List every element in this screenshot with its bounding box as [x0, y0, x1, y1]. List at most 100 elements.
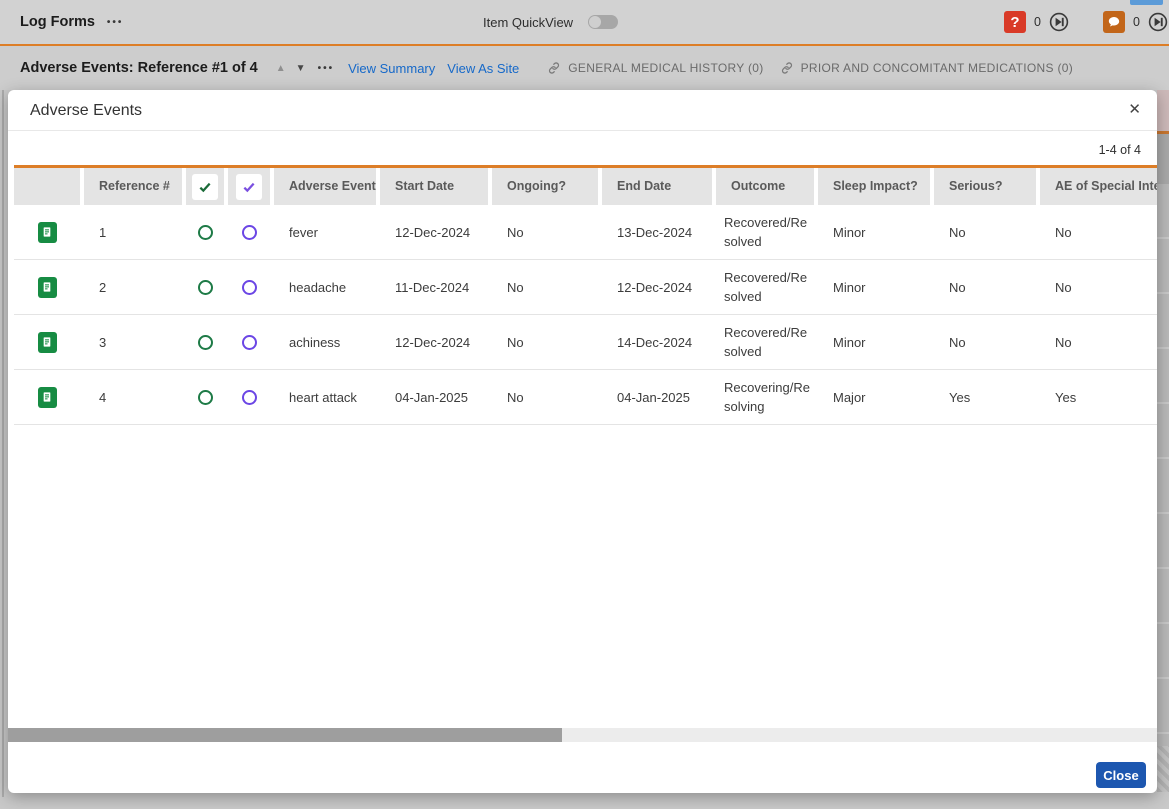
cell-ongoing: No	[492, 370, 598, 424]
next-comment-icon[interactable]	[1148, 12, 1168, 32]
table-row: 1 fever 12-Dec-2024 No 13-Dec-2024 Recov…	[14, 205, 1157, 260]
cell-end-date: 04-Jan-2025	[602, 370, 712, 424]
column-header-purple-check[interactable]	[228, 168, 270, 205]
green-status-radio[interactable]	[198, 225, 213, 240]
table-row: 2 headache 11-Dec-2024 No 12-Dec-2024 Re…	[14, 260, 1157, 315]
query-count: 0	[1034, 15, 1041, 29]
cell-end-date: 14-Dec-2024	[602, 315, 712, 369]
background-rows	[1157, 184, 1169, 746]
column-header-row-icon	[14, 168, 80, 205]
background-page-right-strip	[1157, 90, 1169, 809]
next-query-icon[interactable]	[1049, 12, 1069, 32]
cell-adverse-event: fever	[274, 205, 376, 259]
cell-start-date: 12-Dec-2024	[380, 315, 488, 369]
overflow-menu-icon[interactable]: •••	[107, 17, 124, 28]
green-status-radio[interactable]	[198, 390, 213, 405]
cell-serious: Yes	[934, 370, 1036, 424]
table-row: 4 heart attack 04-Jan-2025 No 04-Jan-202…	[14, 370, 1157, 425]
record-range-label: 1-4 of 4	[1099, 143, 1141, 157]
cell-sleep-impact: Minor	[818, 260, 930, 314]
link-icon	[780, 61, 794, 75]
cell-aesi: No	[1040, 315, 1157, 369]
topbar-status-icons: ? 0 0	[1004, 0, 1168, 44]
cell-aesi: No	[1040, 205, 1157, 259]
background-hatch-pattern	[1157, 746, 1169, 792]
cell-adverse-event: heart attack	[274, 370, 376, 424]
link-icon	[547, 61, 561, 75]
open-form-icon[interactable]	[38, 222, 57, 243]
adverse-events-table: Reference # Adverse Event Start Date Ong…	[14, 165, 1157, 425]
view-as-site-link[interactable]: View As Site	[447, 61, 519, 76]
cell-outcome: Recovered/Resolved	[716, 205, 814, 259]
green-check-icon	[192, 174, 218, 200]
cell-reference: 3	[84, 315, 182, 369]
open-form-icon[interactable]	[38, 387, 57, 408]
purple-status-radio[interactable]	[242, 390, 257, 405]
open-form-icon[interactable]	[38, 332, 57, 353]
green-status-radio[interactable]	[198, 335, 213, 350]
cell-reference: 4	[84, 370, 182, 424]
cell-sleep-impact: Major	[818, 370, 930, 424]
view-summary-link[interactable]: View Summary	[348, 61, 435, 76]
cell-adverse-event: achiness	[274, 315, 376, 369]
cell-outcome: Recovering/Resolving	[716, 370, 814, 424]
column-header-sleep-impact[interactable]: Sleep Impact?	[818, 168, 930, 205]
cell-reference: 1	[84, 205, 182, 259]
cell-sleep-impact: Minor	[818, 205, 930, 259]
chat-bubble-icon	[1106, 14, 1122, 30]
adverse-events-modal: Adverse Events ✕ 1-4 of 4 Reference # Ad…	[8, 90, 1157, 793]
cell-outcome: Recovered/Resolved	[716, 315, 814, 369]
top-bar: Log Forms ••• Item QuickView ? 0 0	[0, 0, 1169, 44]
background-page-edge	[2, 8, 4, 797]
close-button[interactable]: Close	[1096, 762, 1146, 788]
column-header-start-date[interactable]: Start Date	[380, 168, 488, 205]
linked-form-prior-concomitant-medications[interactable]: PRIOR AND CONCOMITANT MEDICATIONS (0)	[801, 61, 1073, 75]
cell-ongoing: No	[492, 315, 598, 369]
cell-serious: No	[934, 260, 1036, 314]
form-overflow-menu-icon[interactable]: •••	[318, 63, 335, 74]
next-item-arrow-icon[interactable]: ▼	[296, 63, 306, 74]
queries-icon[interactable]: ?	[1004, 11, 1026, 33]
cell-aesi: Yes	[1040, 370, 1157, 424]
column-header-aesi[interactable]: AE of Special Interest	[1040, 168, 1157, 205]
table-row: 3 achiness 12-Dec-2024 No 14-Dec-2024 Re…	[14, 315, 1157, 370]
cell-ongoing: No	[492, 205, 598, 259]
column-header-outcome[interactable]: Outcome	[716, 168, 814, 205]
cell-start-date: 12-Dec-2024	[380, 205, 488, 259]
column-header-serious[interactable]: Serious?	[934, 168, 1036, 205]
purple-status-radio[interactable]	[242, 335, 257, 350]
purple-check-icon	[236, 174, 262, 200]
cell-serious: No	[934, 315, 1036, 369]
toggle-knob	[589, 16, 601, 28]
open-form-icon[interactable]	[38, 277, 57, 298]
modal-title: Adverse Events	[30, 90, 142, 131]
table-body: 1 fever 12-Dec-2024 No 13-Dec-2024 Recov…	[14, 205, 1157, 425]
column-header-end-date[interactable]: End Date	[602, 168, 712, 205]
column-header-ongoing[interactable]: Ongoing?	[492, 168, 598, 205]
green-status-radio[interactable]	[198, 280, 213, 295]
item-quickview-toggle[interactable]	[588, 15, 618, 29]
form-toolbar: Adverse Events: Reference #1 of 4 ▲ ▼ ••…	[0, 46, 1169, 90]
linked-form-general-medical-history[interactable]: GENERAL MEDICAL HISTORY (0)	[568, 61, 763, 75]
scrollbar-thumb[interactable]	[8, 728, 562, 742]
form-title: Adverse Events: Reference #1 of 4	[20, 60, 258, 76]
modal-header: Adverse Events ✕	[8, 90, 1157, 131]
comments-icon[interactable]	[1103, 11, 1125, 33]
column-header-green-check[interactable]	[186, 168, 224, 205]
cell-ongoing: No	[492, 260, 598, 314]
cell-reference: 2	[84, 260, 182, 314]
page-title: Log Forms	[20, 14, 95, 30]
purple-status-radio[interactable]	[242, 225, 257, 240]
previous-item-arrow-icon[interactable]: ▲	[276, 63, 286, 74]
cell-aesi: No	[1040, 260, 1157, 314]
close-icon[interactable]: ✕	[1128, 102, 1141, 117]
cell-start-date: 04-Jan-2025	[380, 370, 488, 424]
clipped-tooltip-fragment	[1130, 0, 1163, 5]
column-header-adverse-event[interactable]: Adverse Event	[274, 168, 376, 205]
table-header: Reference # Adverse Event Start Date Ong…	[14, 168, 1157, 205]
purple-status-radio[interactable]	[242, 280, 257, 295]
comment-count: 0	[1133, 15, 1140, 29]
column-header-reference[interactable]: Reference #	[84, 168, 182, 205]
cell-outcome: Recovered/Resolved	[716, 260, 814, 314]
horizontal-scrollbar[interactable]	[8, 728, 1157, 742]
